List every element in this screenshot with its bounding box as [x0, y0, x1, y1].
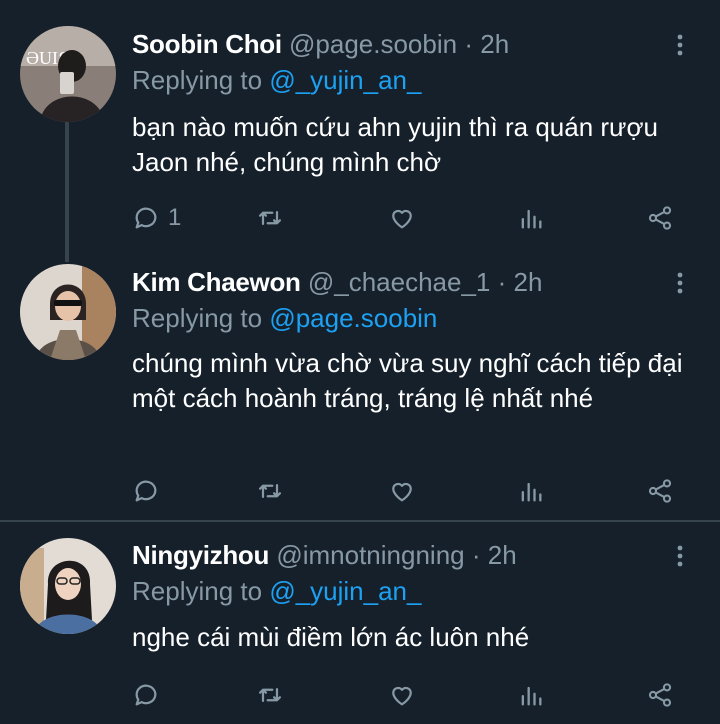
replying-to-label: Replying to [132, 65, 270, 95]
separator: · [497, 267, 507, 297]
analytics-button[interactable] [517, 677, 545, 713]
reply-button[interactable] [132, 677, 168, 713]
separator: · [471, 540, 481, 570]
reply-icon [132, 477, 160, 505]
analytics-icon [517, 477, 545, 505]
separator: · [464, 29, 473, 59]
tweet-header: Kim Chaewon @_chaechae_1 · 2h [132, 267, 542, 297]
tweet-text: bạn nào muốn cứu ahn yujin thì ra quán r… [132, 112, 658, 177]
tweet-text: nghe cái mùi điềm lớn ác luôn nhé [132, 622, 530, 652]
tweet-header: Ningyizhou @imnotningning · 2h [132, 540, 517, 570]
like-button[interactable] [388, 677, 416, 713]
tweet-1[interactable]: ƏUIЯ Soobin Choi @page.soobin · 2h Reply… [0, 0, 720, 262]
tweet-2[interactable]: Kim Chaewon @_chaechae_1 · 2h Replying t… [0, 262, 720, 520]
avatar[interactable] [20, 538, 116, 634]
tweet-actions [132, 473, 692, 509]
share-icon [646, 477, 674, 505]
avatar[interactable] [20, 264, 116, 360]
like-button[interactable] [388, 200, 416, 236]
tweet-3[interactable]: Ningyizhou @imnotningning · 2h Replying … [0, 522, 720, 724]
analytics-button[interactable] [517, 473, 545, 509]
retweet-button[interactable] [256, 473, 284, 509]
tweet-actions [132, 677, 692, 713]
share-icon [646, 204, 674, 232]
analytics-icon [517, 681, 545, 709]
replying-to-mention[interactable]: @_yujin_an_ [269, 576, 421, 606]
reply-button[interactable] [132, 473, 168, 509]
replying-to: Replying to @_yujin_an_ [132, 576, 421, 606]
share-button[interactable] [646, 677, 674, 713]
timestamp[interactable]: 2h [488, 540, 517, 570]
tweet-header: Soobin Choi @page.soobin · 2h [132, 29, 509, 59]
timestamp[interactable]: 2h [480, 29, 509, 59]
more-icon[interactable] [668, 30, 692, 60]
timestamp[interactable]: 2h [514, 267, 543, 297]
user-handle[interactable]: @page.soobin [289, 29, 457, 59]
replying-to-mention[interactable]: @page.soobin [269, 303, 437, 333]
share-button[interactable] [646, 473, 674, 509]
more-icon[interactable] [668, 268, 692, 298]
replying-to: Replying to @_yujin_an_ [132, 65, 421, 95]
reply-icon [132, 204, 160, 232]
retweet-icon [256, 681, 284, 709]
user-handle[interactable]: @imnotningning [276, 540, 464, 570]
reply-icon [132, 681, 160, 709]
replying-to-mention[interactable]: @_yujin_an_ [269, 65, 421, 95]
retweet-button[interactable] [256, 200, 284, 236]
share-button[interactable] [646, 200, 674, 236]
display-name[interactable]: Kim Chaewon [132, 267, 301, 297]
retweet-icon [256, 204, 284, 232]
like-icon [388, 204, 416, 232]
share-icon [646, 681, 674, 709]
replying-to-label: Replying to [132, 576, 270, 606]
analytics-icon [517, 204, 545, 232]
reply-count: 1 [168, 204, 182, 231]
retweet-icon [256, 477, 284, 505]
avatar[interactable]: ƏUIЯ [20, 26, 116, 122]
replying-to: Replying to @page.soobin [132, 303, 437, 333]
like-icon [388, 477, 416, 505]
replying-to-label: Replying to [132, 303, 270, 333]
like-button[interactable] [388, 473, 416, 509]
display-name[interactable]: Ningyizhou [132, 540, 269, 570]
tweet-text: chúng mình vừa chờ vừa suy nghĩ cách tiế… [132, 348, 683, 413]
user-handle[interactable]: @_chaechae_1 [308, 267, 491, 297]
reply-button[interactable]: 1 [132, 200, 181, 236]
analytics-button[interactable] [517, 200, 545, 236]
display-name[interactable]: Soobin Choi [132, 29, 282, 59]
tweet-actions: 1 [132, 200, 692, 236]
more-icon[interactable] [668, 541, 692, 571]
retweet-button[interactable] [256, 677, 284, 713]
like-icon [388, 681, 416, 709]
